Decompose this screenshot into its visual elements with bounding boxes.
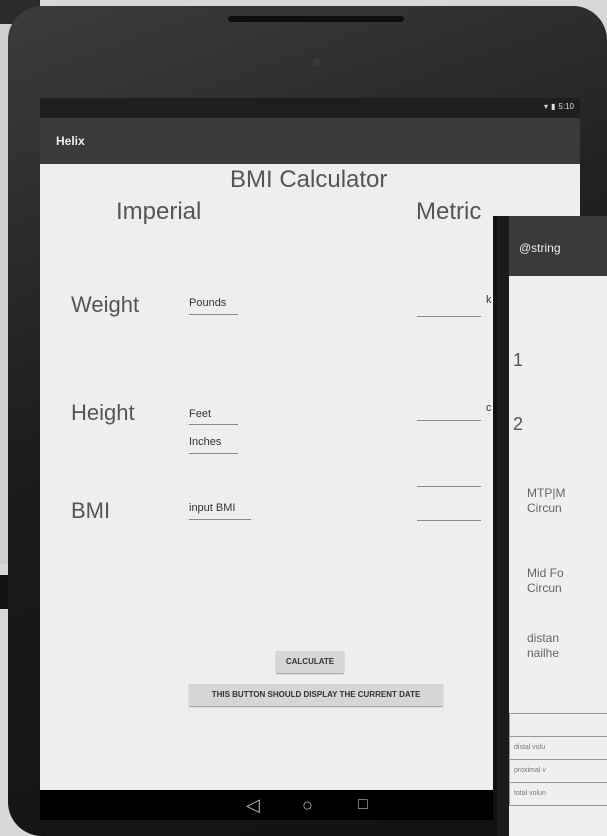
app-bar: Helix: [40, 118, 580, 164]
weight-label: Weight: [71, 292, 140, 317]
wifi-icon: ▾: [544, 102, 549, 111]
home-icon[interactable]: ○: [302, 796, 313, 814]
table-cell: proximal v: [514, 767, 546, 774]
metric-header: Metric: [416, 198, 482, 225]
mtp-label-line2: Circun: [527, 501, 562, 515]
battery-icon: ▮: [551, 102, 556, 111]
feet-input-underline: [189, 424, 238, 425]
status-bar: ▾ ▮ 5:10: [40, 98, 580, 118]
back-icon[interactable]: ◁: [246, 796, 260, 814]
pounds-input[interactable]: Pounds: [189, 297, 226, 309]
bmi-input[interactable]: input BMI: [189, 502, 235, 514]
second-app-bar: @string: [509, 216, 607, 276]
mtp-label-line1: MTP|M: [527, 486, 566, 500]
bmi-label: BMI: [71, 498, 111, 523]
inches-input-underline: [189, 453, 238, 454]
row-number-2: 2: [513, 414, 524, 434]
page-title: BMI Calculator: [230, 166, 388, 193]
midfoot-label-line2: Circun: [527, 581, 562, 595]
display-date-button[interactable]: THIS BUTTON SHOULD DISPLAY THE CURRENT D…: [189, 684, 443, 706]
metric-weight-input[interactable]: [417, 316, 481, 317]
imperial-header: Imperial: [116, 198, 202, 225]
metric-bmi-input-1[interactable]: [417, 486, 481, 487]
metric-height-input[interactable]: [417, 420, 481, 421]
distance-label-line2: nailhe: [527, 646, 560, 660]
table-row: total volun: [509, 782, 607, 806]
midfoot-label-line1: Mid Fo: [527, 566, 564, 580]
row-number-1: 1: [513, 350, 524, 370]
table-row: distal volu: [509, 736, 607, 760]
table-row: proximal v: [509, 759, 607, 783]
metric-bmi-input-2[interactable]: [417, 520, 481, 521]
metric-weight-unit: k: [486, 294, 492, 306]
front-camera: [313, 58, 321, 66]
metric-height-unit: c: [486, 402, 492, 414]
second-content: 1 2 MTP|M Circun Mid Fo Circun distan na…: [509, 276, 607, 836]
recents-icon[interactable]: □: [358, 796, 368, 814]
pounds-input-underline: [189, 314, 238, 315]
table-header-row: [509, 713, 607, 737]
distance-label-line1: distan: [527, 631, 560, 645]
app-title: Helix: [56, 134, 85, 148]
inches-input[interactable]: Inches: [189, 436, 221, 448]
feet-input[interactable]: Feet: [189, 408, 211, 420]
table-cell: total volun: [514, 790, 546, 797]
second-app-title: @string: [519, 241, 561, 255]
second-window: @string 1 2 MTP|M Circun Mid Fo Circun d…: [493, 216, 607, 836]
table-cell: distal volu: [514, 744, 546, 751]
bmi-input-underline: [189, 519, 251, 520]
status-time: 5:10: [558, 102, 574, 111]
calculate-button[interactable]: CALCULATE: [276, 651, 344, 673]
height-label: Height: [71, 400, 135, 425]
speaker-grille: [228, 16, 404, 22]
